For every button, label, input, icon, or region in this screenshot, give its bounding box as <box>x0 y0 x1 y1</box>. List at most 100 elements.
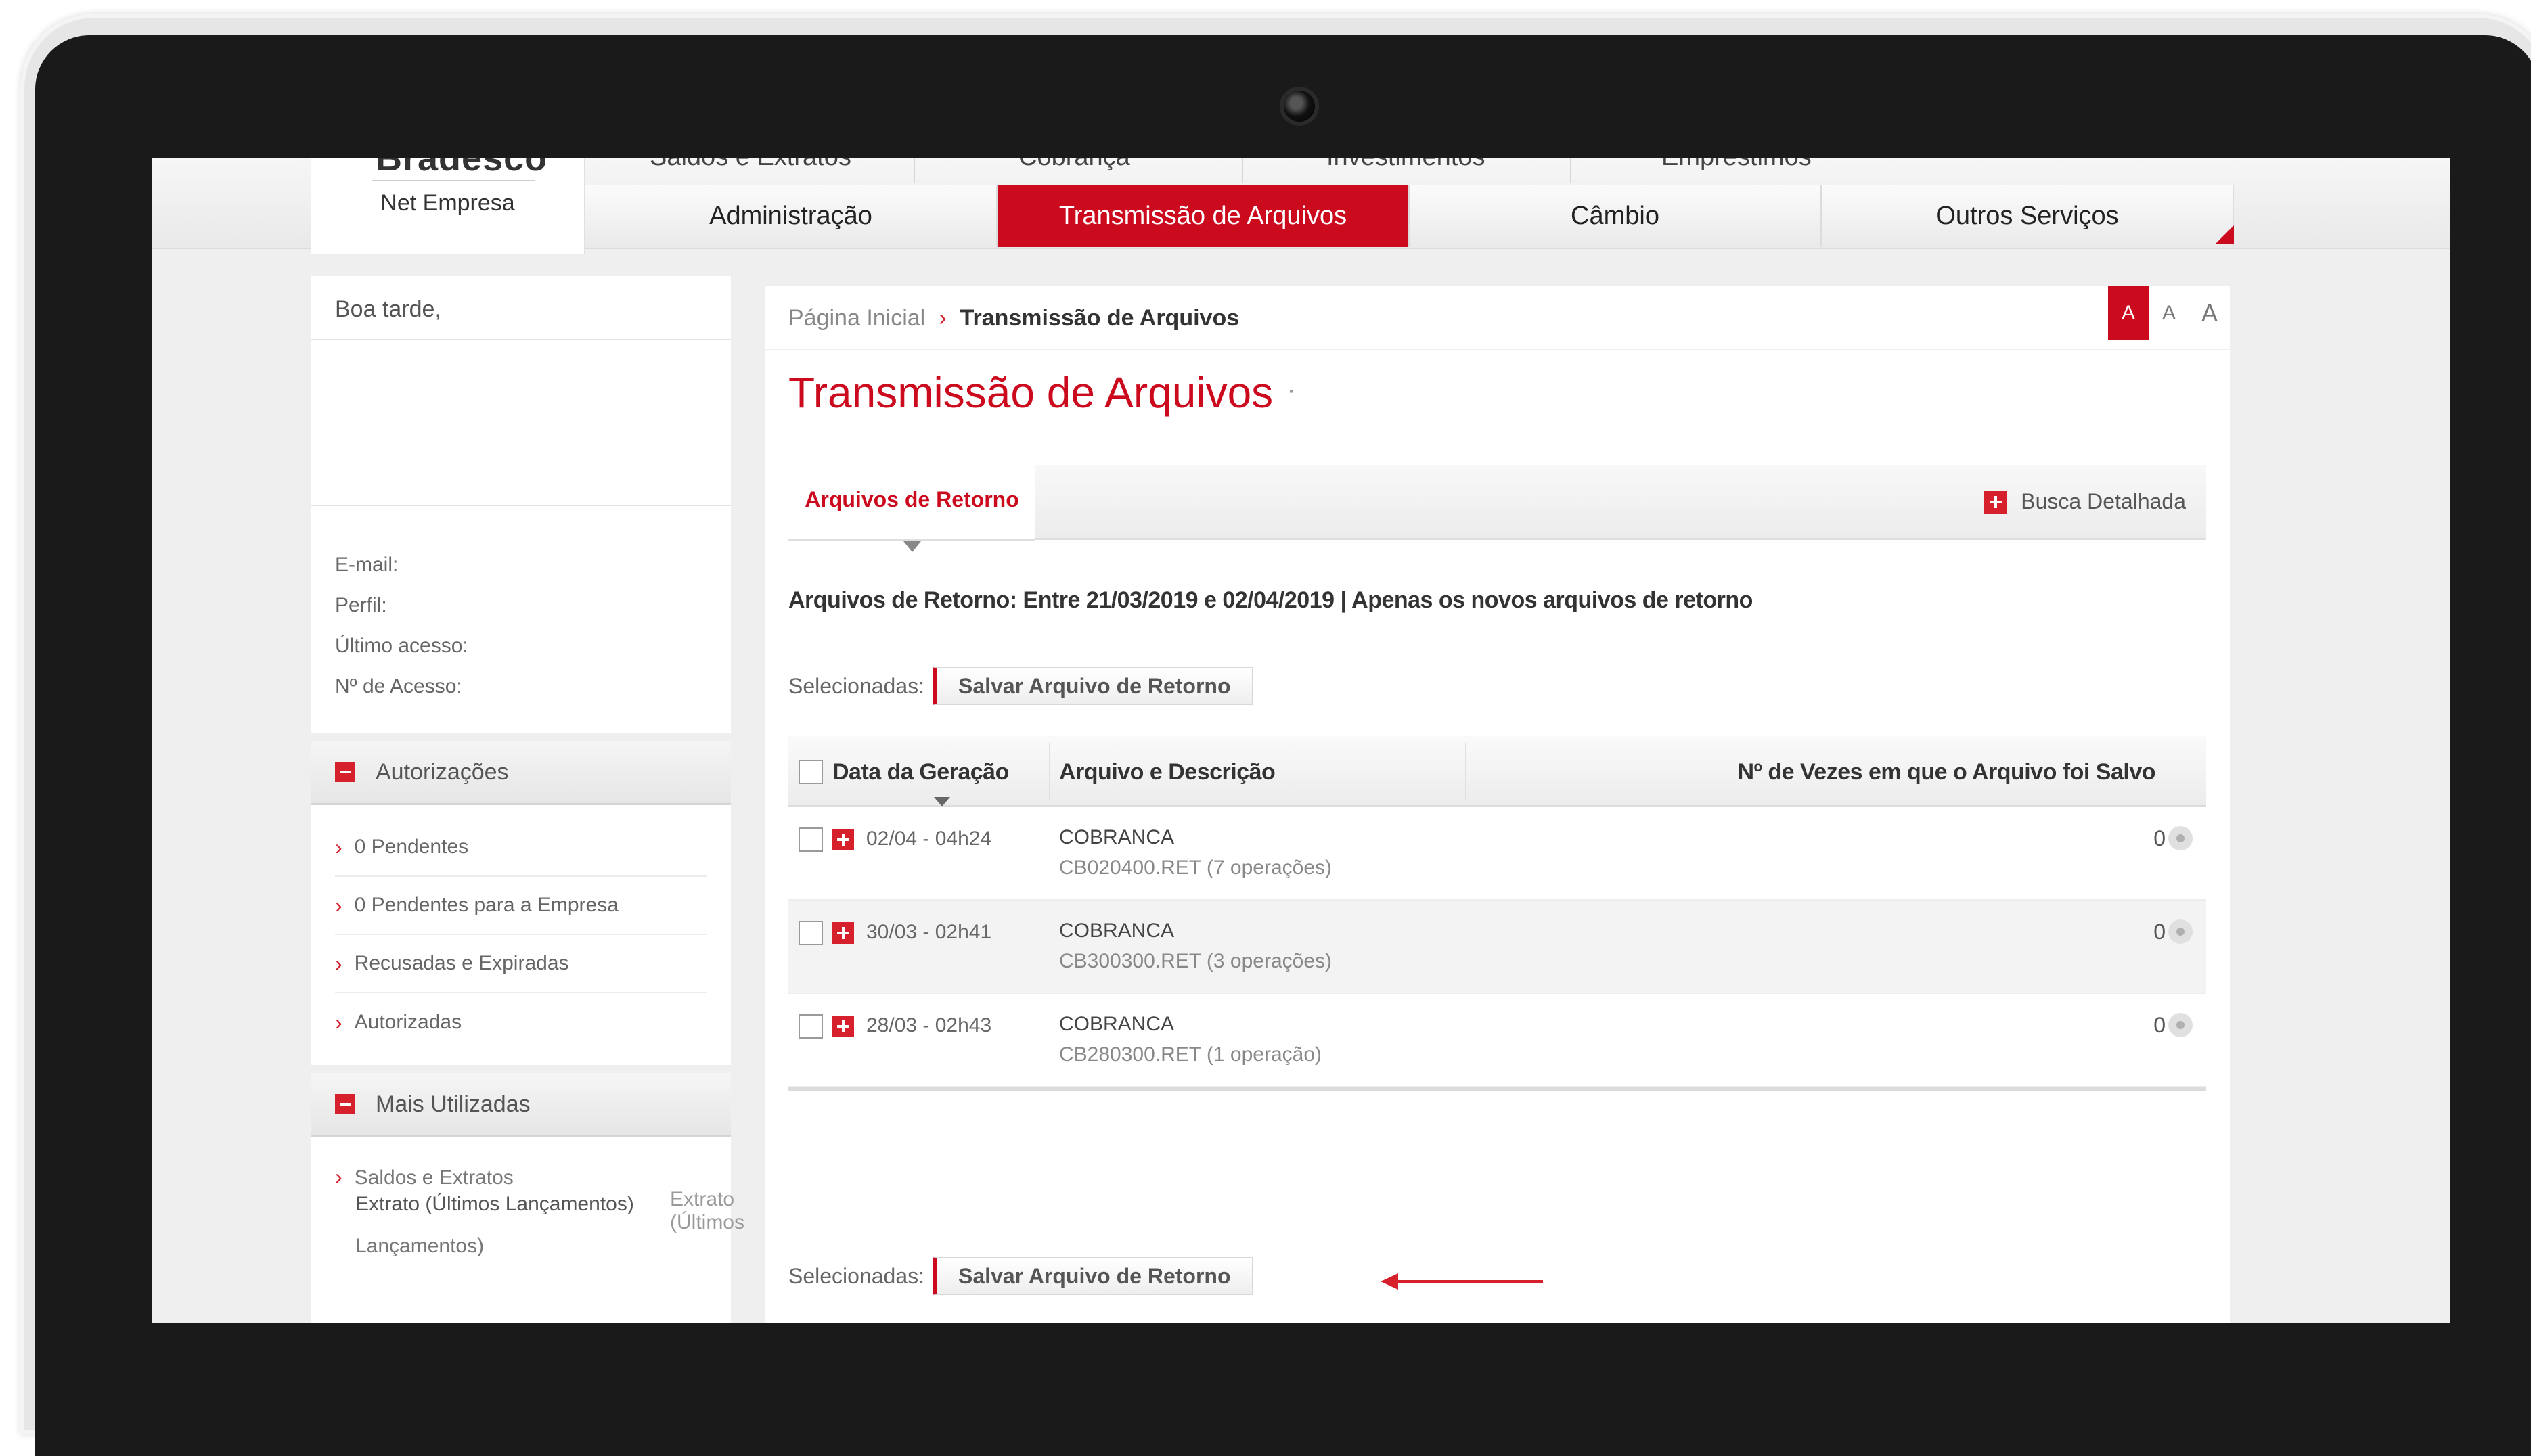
row-type: COBRANCA <box>1059 919 1175 942</box>
sidebar-item-label: 0 Pendentes <box>354 836 469 858</box>
breadcrumb-current: Transmissão de Arquivos <box>960 305 1240 331</box>
tab-transmissao-de-arquivos[interactable]: Transmissão de Arquivos <box>998 185 1410 247</box>
selecionadas-label: Selecionadas: <box>788 1263 925 1288</box>
brand-name: Bradesco <box>376 158 548 179</box>
sidebar-item-label: Recusadas e Expiradas <box>354 952 569 974</box>
page-title: Transmissão de Arquivos <box>788 368 1274 417</box>
filter-summary: Arquivos de Retorno: Entre 21/03/2019 e … <box>788 587 1753 613</box>
chevron-right-icon: › <box>335 951 342 976</box>
sidebar-item-extrato-continued[interactable]: Lançamentos) <box>335 1235 707 1263</box>
table-row[interactable]: 30/03 - 02h41 COBRANCA CB300300.RET (3 o… <box>788 901 2206 994</box>
selecionadas-label: Selecionadas: <box>788 673 925 698</box>
header-arquivo-descricao: Arquivo e Descrição <box>1059 759 1276 785</box>
chevron-right-icon: › <box>335 834 342 859</box>
nav-tab-saldos[interactable]: Saldos e Extratos <box>650 158 851 172</box>
sidebar-item-pendentes-empresa[interactable]: › 0 Pendentes para a Empresa <box>335 877 707 935</box>
table-footer-divider <box>788 1087 2206 1091</box>
row-count: 0 <box>2153 919 2166 944</box>
row-date: 28/03 - 02h43 <box>866 1014 992 1037</box>
brand-divider <box>372 180 535 181</box>
busca-detalhada-button[interactable]: Busca Detalhada <box>1984 489 2186 514</box>
info-icon[interactable] <box>2168 919 2193 944</box>
row-checkbox[interactable] <box>799 921 823 945</box>
header-data-geracao[interactable]: Data da Geração <box>832 759 1009 786</box>
mais-utilizadas-list: › Saldos e Extratos Extrato (Últimos Lanç… <box>311 1137 744 1323</box>
sidebar-item-pendentes[interactable]: › 0 Pendentes <box>335 819 707 877</box>
breadcrumb-home[interactable]: Página Inicial <box>788 305 925 331</box>
expand-icon <box>1984 490 2008 514</box>
nav-tab-emprestimos[interactable]: Empréstimos <box>1661 158 1812 172</box>
collapse-icon[interactable] <box>335 762 355 782</box>
font-size-small-button[interactable]: A <box>2108 286 2149 340</box>
group-label: Saldos e Extratos <box>354 1166 514 1189</box>
section-mais-utilizadas[interactable]: Mais Utilizadas <box>311 1073 731 1137</box>
list-item[interactable]: › Saldos e Extratos <box>335 1164 707 1193</box>
row-file: CB300300.RET (3 operações) <box>1059 950 1332 972</box>
chevron-right-icon: › <box>335 1164 342 1189</box>
row-date: 30/03 - 02h41 <box>866 921 992 943</box>
save-return-file-button[interactable]: Salvar Arquivo de Retorno <box>933 667 1254 705</box>
user-info: E-mail: Perfil: Último acesso: Nº de Ace… <box>311 506 731 733</box>
select-all-checkbox[interactable] <box>799 760 823 784</box>
overflow-text: Extrato (Últimos <box>670 1188 744 1233</box>
brand-logo[interactable]: Bradesco Net Empresa <box>311 158 585 254</box>
main-nav: Administração Transmissão de Arquivos Câ… <box>585 185 2234 247</box>
expand-row-icon[interactable] <box>832 922 854 944</box>
upper-nav: Saldos e Extratos Cobrança Investimentos… <box>585 158 1885 183</box>
nav-divider <box>1570 158 1571 183</box>
nav-tab-investimentos[interactable]: Investimentos <box>1326 158 1485 172</box>
autorizacoes-list: › 0 Pendentes › 0 Pendentes para a Empresa… <box>311 805 731 1065</box>
busca-label: Busca Detalhada <box>2021 489 2186 514</box>
breadcrumb: Página Inicial › Transmissão de Arquivos <box>788 305 1239 332</box>
font-size-medium-button[interactable]: A <box>2149 286 2189 340</box>
info-icon[interactable] <box>2168 1013 2193 1037</box>
sidebar-item-autorizadas[interactable]: › Autorizadas <box>335 993 707 1051</box>
info-icon[interactable] <box>2168 826 2193 850</box>
tab-outros-servicos[interactable]: Outros Serviços <box>1822 185 2234 247</box>
sidebar-item-recusadas[interactable]: › Recusadas e Expiradas <box>335 935 707 993</box>
brand-product: Net Empresa <box>380 190 515 216</box>
section-autorizacoes[interactable]: Autorizações <box>311 741 731 805</box>
column-divider <box>1465 743 1466 800</box>
return-files-table: Data da Geração Arquivo e Descrição Nº d… <box>788 736 2206 1091</box>
font-size-large-button[interactable]: A <box>2189 286 2230 340</box>
main-content: Página Inicial › Transmissão de Arquivos A… <box>765 286 2230 1323</box>
subtab-bar: Arquivos de Retorno Busca Detalhada <box>788 460 2206 552</box>
breadcrumb-separator-icon: › <box>939 305 947 331</box>
expand-row-icon[interactable] <box>832 1016 854 1037</box>
sort-desc-icon[interactable] <box>934 797 950 806</box>
nav-tab-cobranca[interactable]: Cobrança <box>1018 158 1130 172</box>
greeting: Boa tarde, <box>311 276 731 340</box>
section-title: Mais Utilizadas <box>376 1091 531 1117</box>
ultimo-acesso-label: Último acesso: <box>335 635 468 657</box>
chevron-right-icon: › <box>335 1009 342 1034</box>
chevron-right-icon: › <box>335 892 342 917</box>
row-checkbox[interactable] <box>799 827 823 852</box>
collapse-icon[interactable] <box>335 1094 355 1114</box>
user-panel <box>311 340 731 506</box>
pointer-arrow-line <box>1394 1280 1543 1283</box>
tab-administracao[interactable]: Administração <box>585 185 998 247</box>
tab-arquivos-de-retorno[interactable]: Arquivos de Retorno <box>788 460 1035 541</box>
table-row[interactable]: 28/03 - 02h43 COBRANCA CB280300.RET (1 o… <box>788 994 2206 1087</box>
sidebar-item-label: Autorizadas <box>354 1011 462 1033</box>
tab-cambio[interactable]: Câmbio <box>1410 185 1822 247</box>
save-return-file-button[interactable]: Salvar Arquivo de Retorno <box>933 1257 1254 1295</box>
perfil-label: Perfil: <box>335 594 387 616</box>
row-count: 0 <box>2153 1013 2166 1037</box>
tab-corner-marker <box>2215 225 2234 244</box>
row-type: COBRANCA <box>1059 1013 1175 1035</box>
font-size-controls: A A A <box>2108 286 2230 340</box>
table-row[interactable]: 02/04 - 04h24 COBRANCA CB020400.RET (7 o… <box>788 807 2206 901</box>
nav-divider <box>914 158 915 183</box>
row-file: CB020400.RET (7 operações) <box>1059 857 1332 879</box>
section-title: Autorizações <box>376 758 509 785</box>
numero-acesso-label: Nº de Acesso: <box>335 675 462 698</box>
breadcrumb-bar: Página Inicial › Transmissão de Arquivos A… <box>765 286 2230 350</box>
row-count: 0 <box>2153 826 2166 850</box>
row-checkbox[interactable] <box>799 1014 823 1039</box>
sidebar-item-extrato[interactable]: Extrato (Últimos Lançamentos) <box>335 1193 707 1221</box>
row-file: CB280300.RET (1 operação) <box>1059 1043 1322 1066</box>
email-label: E-mail: <box>335 553 399 576</box>
expand-row-icon[interactable] <box>832 829 854 850</box>
